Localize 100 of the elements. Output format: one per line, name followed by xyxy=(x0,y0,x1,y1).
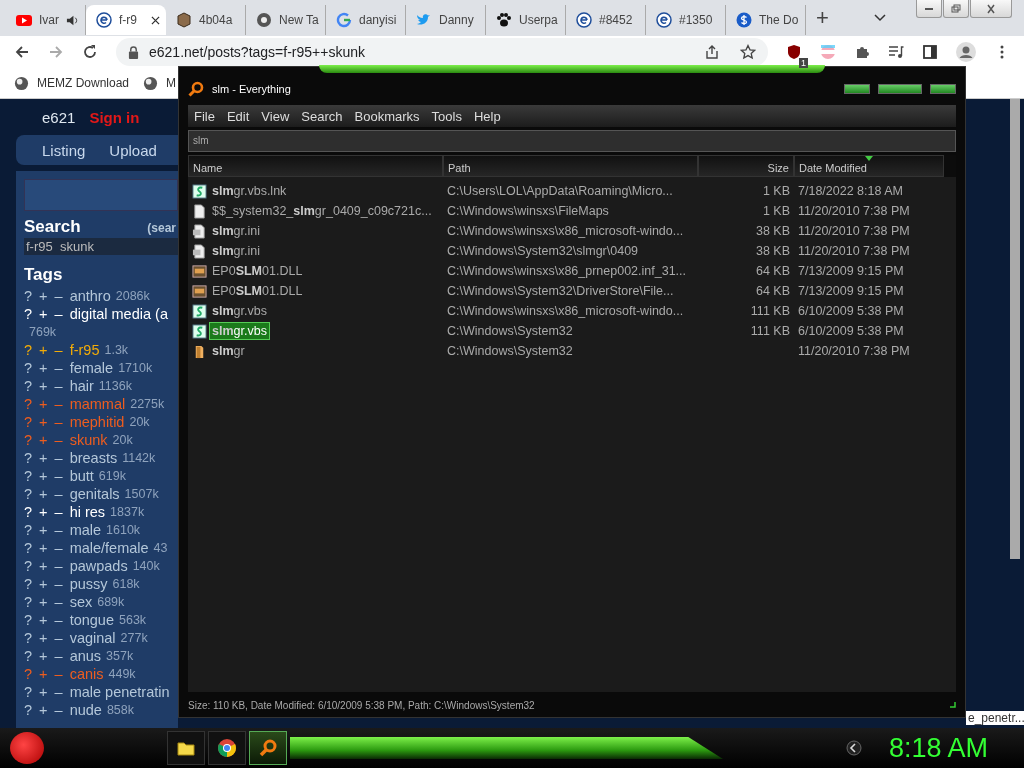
browser-tab[interactable]: #1350 xyxy=(646,5,726,35)
exclude-tag-link[interactable]: – xyxy=(54,503,63,521)
add-tag-link[interactable]: + xyxy=(39,395,48,413)
exclude-tag-link[interactable]: – xyxy=(54,287,63,305)
wiki-link[interactable]: ? xyxy=(24,341,33,359)
add-tag-link[interactable]: + xyxy=(39,359,48,377)
browser-tab[interactable]: The Do xyxy=(726,5,806,35)
file-name[interactable]: slmgr.vbs xyxy=(210,323,269,339)
wiki-link[interactable]: ? xyxy=(24,557,33,575)
add-tag-link[interactable]: + xyxy=(39,413,48,431)
add-tag-link[interactable]: + xyxy=(39,557,48,575)
browser-tab[interactable]: Ivar xyxy=(6,5,86,35)
add-tag-link[interactable]: + xyxy=(39,449,48,467)
tag-link[interactable]: digital media (a xyxy=(69,305,168,323)
tag-link[interactable]: skunk xyxy=(69,431,108,449)
file-name[interactable]: $$_system32_slmgr_0409_c09c721c... xyxy=(210,203,434,219)
column-header[interactable]: Size xyxy=(698,155,794,177)
file-name[interactable]: EP0SLM01.DLL xyxy=(210,283,305,299)
exclude-tag-link[interactable]: – xyxy=(54,431,63,449)
exclude-tag-link[interactable]: – xyxy=(54,413,63,431)
start-button[interactable] xyxy=(10,732,44,764)
search-field[interactable]: f-r95 skunk xyxy=(24,238,178,255)
menu-item[interactable]: File xyxy=(194,108,215,124)
exclude-tag-link[interactable]: – xyxy=(54,629,63,647)
clock[interactable]: 8:18 AM xyxy=(888,732,988,764)
tag-link[interactable]: anus xyxy=(69,647,102,665)
add-tag-link[interactable]: + xyxy=(39,665,48,683)
file-name[interactable]: EP0SLM01.DLL xyxy=(210,263,305,279)
wiki-link[interactable]: ? xyxy=(24,377,33,395)
nav-link[interactable]: Listing xyxy=(42,141,86,159)
minimize-button[interactable] xyxy=(916,0,942,18)
taskbar-button[interactable] xyxy=(249,731,287,765)
shield-icon[interactable] xyxy=(786,44,802,60)
tag-link[interactable]: male xyxy=(69,521,102,539)
add-tag-link[interactable]: + xyxy=(39,539,48,557)
file-name[interactable]: slmgr xyxy=(210,343,247,359)
wiki-link[interactable]: ? xyxy=(24,431,33,449)
tag-link[interactable]: sex xyxy=(69,593,93,611)
wiki-link[interactable]: ? xyxy=(24,395,33,413)
menu-item[interactable]: Bookmarks xyxy=(354,108,420,124)
search-help-link[interactable]: (sear xyxy=(147,221,176,235)
tag-link[interactable]: nude xyxy=(69,701,102,719)
add-tag-link[interactable]: + xyxy=(39,647,48,665)
exclude-tag-link[interactable]: – xyxy=(54,359,63,377)
file-name[interactable]: slmgr.ini xyxy=(210,223,262,239)
browser-tab[interactable]: danyisi xyxy=(326,5,406,35)
tag-link[interactable]: f-r95 xyxy=(69,341,100,359)
tag-link[interactable]: anthro xyxy=(69,287,111,305)
taskbar-button[interactable] xyxy=(167,731,205,765)
tag-link[interactable]: canis xyxy=(69,665,104,683)
add-tag-link[interactable]: + xyxy=(39,305,48,323)
tag-link[interactable]: hair xyxy=(69,377,94,395)
tag-link[interactable]: pawpads xyxy=(69,557,128,575)
exclude-tag-link[interactable]: – xyxy=(54,575,63,593)
search-field[interactable]: slm xyxy=(188,130,956,152)
site-name[interactable]: e621 xyxy=(42,108,76,126)
column-header[interactable]: Name xyxy=(188,155,443,177)
menu-item[interactable]: Help xyxy=(473,108,501,124)
nav-link[interactable]: Upload xyxy=(109,141,157,159)
exclude-tag-link[interactable]: – xyxy=(54,593,63,611)
wiki-link[interactable]: ? xyxy=(24,539,33,557)
tag-link[interactable]: pussy xyxy=(69,575,108,593)
tab-list-icon[interactable] xyxy=(874,14,886,22)
wiki-link[interactable]: ? xyxy=(24,701,33,719)
tag-link[interactable]: butt xyxy=(69,467,94,485)
media-list-icon[interactable] xyxy=(888,44,904,60)
column-header[interactable]: Path xyxy=(443,155,698,177)
tag-link[interactable]: male/female xyxy=(69,539,149,557)
tag-link[interactable]: male penetratin xyxy=(69,683,170,701)
maximize-button[interactable] xyxy=(878,84,922,94)
wiki-link[interactable]: ? xyxy=(24,683,33,701)
puzzle-icon[interactable] xyxy=(854,44,870,60)
scrollbar[interactable] xyxy=(1010,99,1020,559)
tag-link[interactable]: tongue xyxy=(69,611,114,629)
show-hidden-icons-icon[interactable] xyxy=(845,740,862,756)
tag-link[interactable]: female xyxy=(69,359,114,377)
tag-link[interactable]: breasts xyxy=(69,449,118,467)
browser-tab[interactable]: #8452 xyxy=(566,5,646,35)
menu-item[interactable]: Edit xyxy=(226,108,250,124)
wiki-link[interactable]: ? xyxy=(24,449,33,467)
exclude-tag-link[interactable]: – xyxy=(54,395,63,413)
add-tag-link[interactable]: + xyxy=(39,341,48,359)
add-tag-link[interactable]: + xyxy=(39,431,48,449)
exclude-tag-link[interactable]: – xyxy=(54,341,63,359)
browser-tab[interactable]: f-r9 xyxy=(86,5,166,35)
file-name[interactable]: slmgr.vbs.lnk xyxy=(210,183,289,199)
wiki-link[interactable]: ? xyxy=(24,593,33,611)
exclude-tag-link[interactable]: – xyxy=(54,485,63,503)
wiki-link[interactable]: ? xyxy=(24,665,33,683)
exclude-tag-link[interactable]: – xyxy=(54,449,63,467)
add-tag-link[interactable]: + xyxy=(39,503,48,521)
bookmark[interactable]: MEMZ Download xyxy=(14,75,130,91)
exclude-tag-link[interactable]: – xyxy=(54,665,63,683)
new-tab-button[interactable]: + xyxy=(806,5,839,31)
exclude-tag-link[interactable]: – xyxy=(54,467,63,485)
column-header[interactable]: Date Modified xyxy=(794,155,944,177)
browser-tab[interactable]: Userpa xyxy=(486,5,566,35)
restore-button[interactable] xyxy=(943,0,969,18)
star-icon[interactable] xyxy=(740,44,756,60)
side-panel-icon[interactable] xyxy=(922,44,938,60)
